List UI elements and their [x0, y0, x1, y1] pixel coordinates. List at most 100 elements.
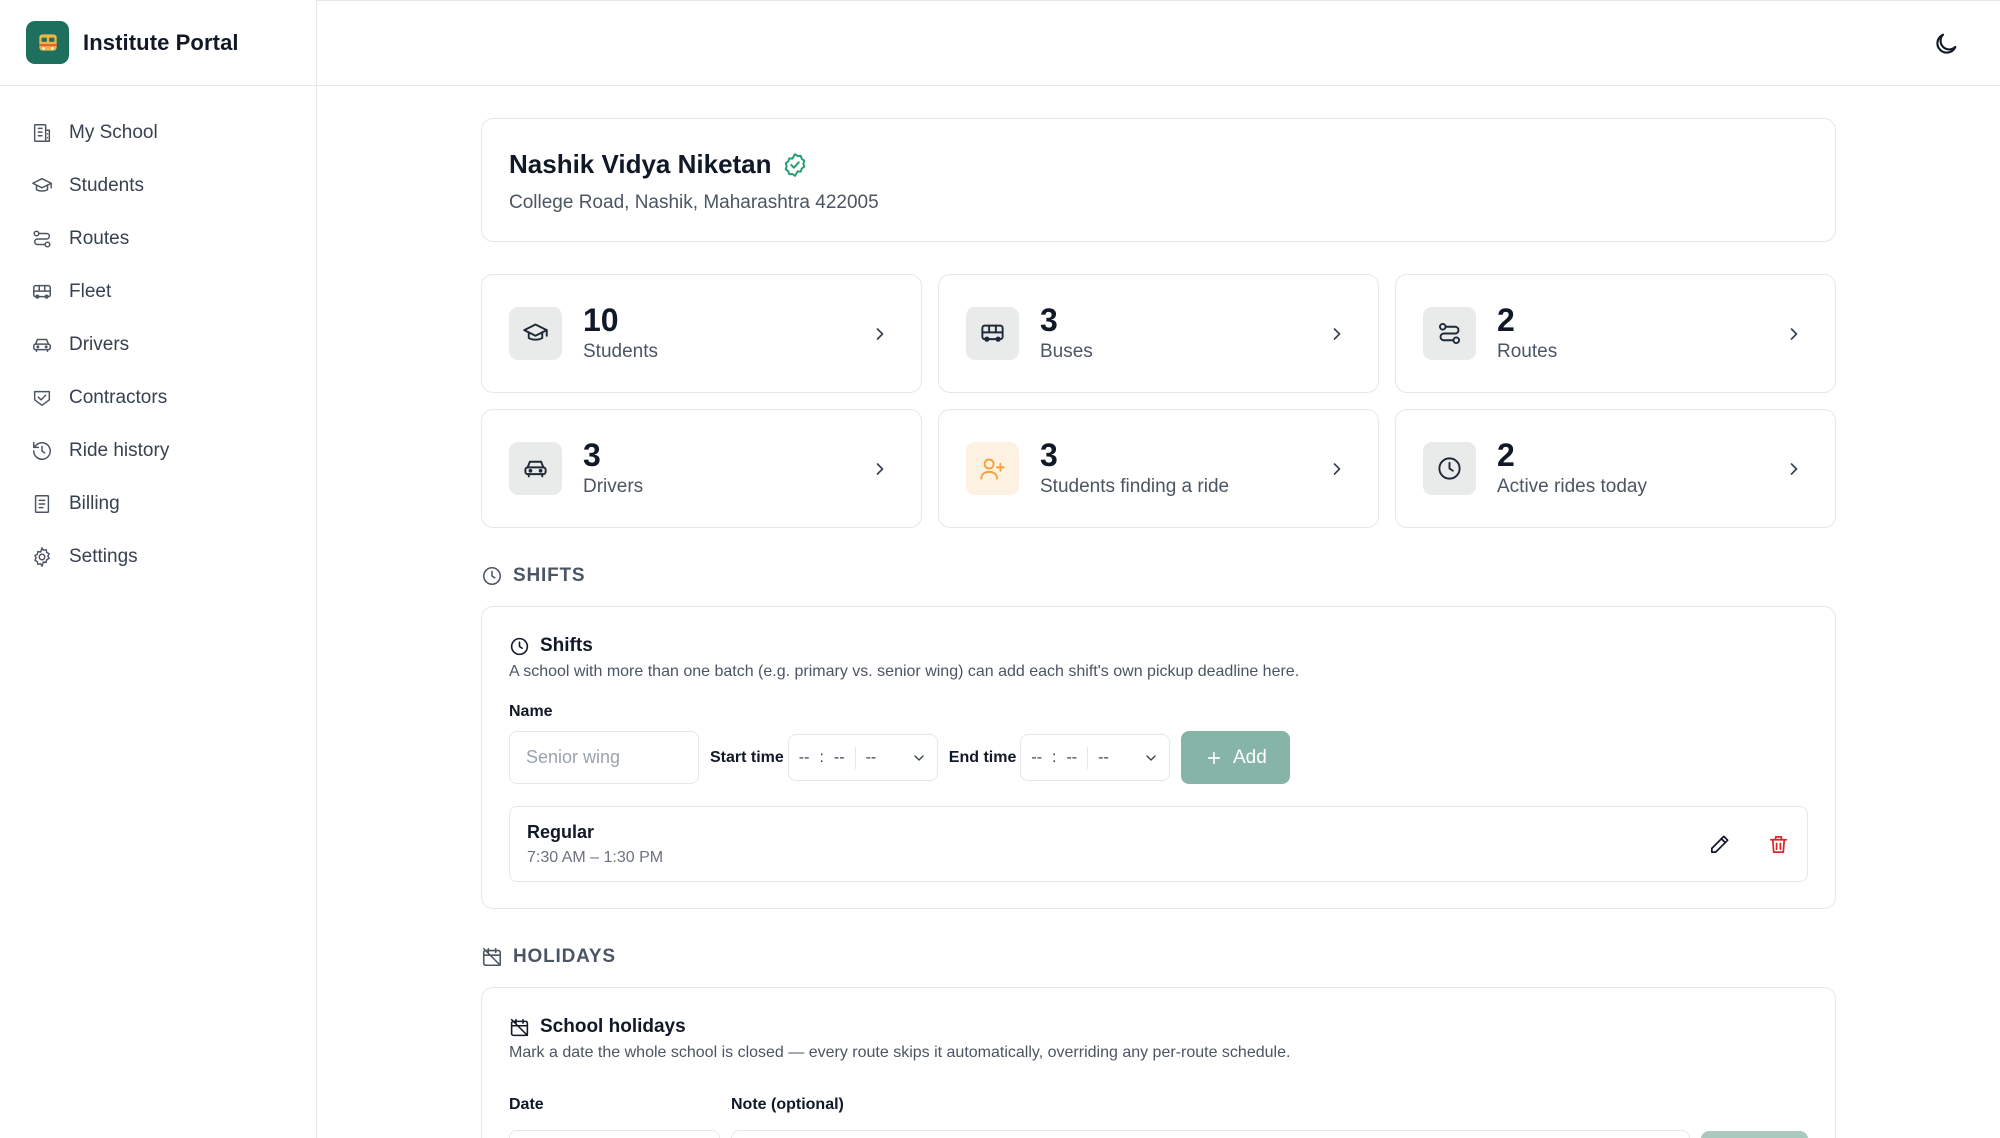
chevron-right-icon [1333, 327, 1341, 340]
name-label: Name [509, 703, 553, 720]
school-name-row: Nashik Vidya Niketan [509, 149, 1808, 180]
verified-badge-icon [784, 152, 805, 177]
divider [854, 746, 856, 769]
bus-icon [981, 324, 1004, 342]
sidebar: Institute Portal My School Students Rout… [0, 0, 317, 1138]
route-icon [1438, 322, 1461, 345]
panel-title: Shifts [540, 635, 593, 656]
sidebar-item-my-school[interactable]: My School [0, 106, 316, 159]
moon-icon[interactable] [1932, 30, 1960, 58]
stat-card-routes[interactable]: 2 Routes [1395, 274, 1836, 393]
stat-icon-box [966, 442, 1019, 495]
school-name: Nashik Vidya Niketan [509, 149, 772, 179]
shift-time: 7:30 AM – 1:30 PM [527, 848, 664, 866]
shift-name: Regular [527, 821, 595, 842]
stat-text: 10 Students [583, 303, 658, 364]
time-ampm: -- [865, 748, 877, 766]
holiday-note-input[interactable] [731, 1130, 1690, 1138]
trash-icon[interactable] [1767, 833, 1790, 856]
handshake-icon [33, 390, 51, 406]
sidebar-item-fleet[interactable]: Fleet [0, 265, 316, 318]
stats-grid: 10 Students 3 Buses 2 Routes 3 Drivers 3… [481, 274, 1836, 528]
sidebar-item-label: Contractors [69, 386, 168, 408]
clock-icon [482, 566, 502, 586]
car-icon [33, 338, 51, 352]
bus-logo-icon [38, 33, 57, 51]
clock-icon [1438, 457, 1461, 480]
sidebar-item-label: Routes [69, 227, 130, 249]
sidebar-item-settings[interactable]: Settings [0, 530, 316, 583]
stat-label: Buses [1040, 341, 1093, 363]
sidebar-nav: My School Students Routes Fleet Drivers [0, 86, 316, 583]
chevron-right-icon [1790, 462, 1798, 475]
sidebar-item-students[interactable]: Students [0, 159, 316, 212]
stat-value: 3 [583, 436, 601, 473]
graduation-cap-icon [32, 177, 52, 192]
divider [1087, 746, 1089, 769]
stat-icon-box [509, 442, 562, 495]
app-logo [26, 21, 69, 64]
car-icon [524, 460, 547, 478]
shifts-panel: Shifts A school with more than one batch… [481, 606, 1836, 909]
stat-icon-box [966, 307, 1019, 360]
holidays-panel: School holidays Mark a date the whole sc… [481, 987, 1836, 1138]
sidebar-item-label: Fleet [69, 280, 112, 302]
stat-icon-box [509, 307, 562, 360]
start-time-input[interactable]: -- : -- -- [787, 734, 938, 781]
end-time-label: End time [948, 748, 1017, 766]
stat-text: 2 Active rides today [1497, 436, 1647, 499]
shift-list-item: Regular 7:30 AM – 1:30 PM [509, 806, 1808, 882]
stat-card-active-rides[interactable]: 2 Active rides today [1395, 409, 1836, 528]
stat-label: Routes [1497, 341, 1558, 363]
graduation-cap-icon [523, 323, 548, 341]
add-shift-button[interactable]: Add [1181, 731, 1291, 784]
calendar-off-icon [510, 1018, 529, 1036]
section-title: HOLIDAYS [513, 946, 616, 967]
holiday-date-input[interactable] [509, 1130, 720, 1138]
sidebar-item-billing[interactable]: Billing [0, 477, 316, 530]
panel-title: School holidays [540, 1016, 686, 1037]
building-icon [33, 123, 51, 142]
pencil-icon[interactable] [1708, 833, 1731, 856]
time-separator: : [1052, 748, 1057, 766]
add-holiday-button[interactable] [1701, 1131, 1808, 1138]
sidebar-item-label: Drivers [69, 333, 130, 355]
sidebar-item-drivers[interactable]: Drivers [0, 318, 316, 371]
stat-label: Students finding a ride [1040, 476, 1230, 498]
time-hour: -- [1031, 748, 1043, 766]
sidebar-item-contractors[interactable]: Contractors [0, 371, 316, 424]
stat-card-students-finding-ride[interactable]: 3 Students finding a ride [938, 409, 1379, 528]
date-label: Date [509, 1096, 544, 1113]
calendar-off-icon [482, 947, 502, 967]
holiday-date-col: Date [509, 1096, 720, 1138]
stat-value: 3 [1040, 436, 1058, 473]
sidebar-item-label: Ride history [69, 439, 170, 461]
holidays-section-heading: HOLIDAYS [481, 945, 1836, 969]
stat-label: Active rides today [1497, 476, 1647, 498]
time-hour: -- [798, 748, 810, 766]
stat-card-students[interactable]: 10 Students [481, 274, 922, 393]
sidebar-item-routes[interactable]: Routes [0, 212, 316, 265]
chevron-right-icon [876, 462, 884, 475]
sidebar-item-ride-history[interactable]: Ride history [0, 424, 316, 477]
school-card: Nashik Vidya Niketan College Road, Nashi… [481, 118, 1836, 242]
panel-title-row: Shifts [509, 635, 1808, 657]
shift-name-input[interactable]: Senior wing [509, 731, 699, 784]
stat-icon-box [1423, 307, 1476, 360]
shift-form: Name Senior wing Start time -- : -- -- E… [509, 703, 1808, 784]
stat-card-buses[interactable]: 3 Buses [938, 274, 1379, 393]
add-button-label: Add [1232, 746, 1267, 768]
stat-card-drivers[interactable]: 3 Drivers [481, 409, 922, 528]
app-title: Institute Portal [83, 29, 239, 55]
stat-value: 2 [1497, 436, 1515, 473]
stat-text: 3 Drivers [583, 436, 643, 499]
end-time-input[interactable]: -- : -- -- [1020, 734, 1171, 781]
stat-value: 3 [1040, 301, 1058, 338]
bus-icon [33, 284, 51, 299]
stat-text: 2 Routes [1497, 301, 1558, 364]
stat-value: 2 [1497, 301, 1515, 338]
shift-item-text: Regular 7:30 AM – 1:30 PM [527, 822, 663, 867]
gear-icon [34, 546, 50, 567]
shifts-section-heading: SHIFTS [481, 564, 1836, 588]
panel-description: A school with more than one batch (e.g. … [509, 663, 1300, 680]
